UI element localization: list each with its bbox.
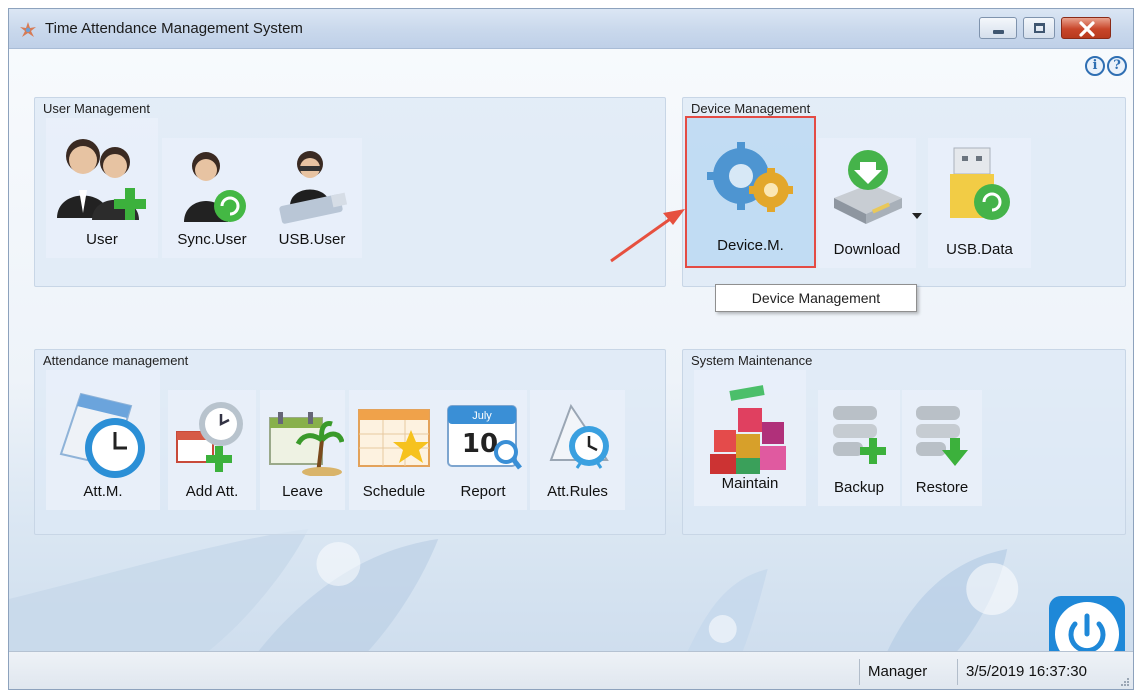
backup-icon: [833, 406, 886, 464]
help-icon[interactable]: ?: [1107, 56, 1127, 76]
status-datetime: 3/5/2019 16:37:30: [957, 659, 1117, 685]
user-button[interactable]: User: [46, 118, 158, 258]
download-label: Download: [833, 241, 901, 258]
add-att-button[interactable]: Add Att.: [168, 390, 256, 510]
usb-user-label: USB.User: [278, 231, 346, 248]
schedule-label: Schedule: [362, 483, 426, 500]
user-management-group: User Management User Sync.User USB.User: [34, 97, 666, 287]
restore-label: Restore: [915, 479, 969, 496]
maintain-button[interactable]: Maintain: [694, 370, 806, 506]
sync-user-label: Sync.User: [177, 231, 247, 248]
group-title: Device Management: [691, 101, 811, 116]
device-management-label: Device.M.: [717, 237, 784, 254]
att-m-label: Att.M.: [83, 483, 123, 500]
device-management-group: Device Management Device.M. Download USB…: [682, 97, 1126, 287]
chevron-down-icon[interactable]: [912, 213, 922, 219]
status-user: Manager: [859, 659, 957, 685]
leave-icon: [268, 412, 344, 476]
usb-user-button[interactable]: USB.User: [262, 138, 362, 258]
report-calendar-icon: July 10: [447, 405, 522, 470]
backup-label: Backup: [833, 479, 885, 496]
client-area: i? User Management User Sync.User USB.Us…: [9, 49, 1133, 672]
att-m-button[interactable]: Att.M.: [46, 370, 160, 510]
device-management-tooltip: Device Management: [715, 284, 917, 312]
sync-user-button[interactable]: Sync.User: [162, 138, 262, 258]
usb-data-icon: [949, 147, 1010, 220]
sync-user-icon: [184, 152, 246, 222]
maximize-icon: [1034, 23, 1045, 33]
close-button[interactable]: [1061, 17, 1111, 39]
help-icons: i?: [1085, 54, 1129, 76]
leave-label: Leave: [282, 483, 323, 500]
leave-button[interactable]: Leave: [260, 390, 345, 510]
attendance-calendar-icon: [59, 392, 145, 478]
att-rules-label: Att.Rules: [547, 483, 608, 500]
title-bar[interactable]: Time Attendance Management System: [9, 9, 1133, 49]
usb-data-button[interactable]: USB.Data: [928, 138, 1031, 268]
restore-button[interactable]: Restore: [902, 390, 982, 506]
report-icon-month: July: [472, 410, 492, 422]
minimize-button[interactable]: [979, 17, 1017, 39]
download-button[interactable]: Download: [818, 138, 922, 268]
schedule-icon: [358, 409, 430, 467]
maintain-label: Maintain: [721, 475, 779, 492]
group-title: System Maintenance: [691, 353, 813, 368]
usb-user-icon: [279, 151, 348, 224]
usb-data-label: USB.Data: [946, 241, 1013, 258]
status-bar: Manager 3/5/2019 16:37:30: [9, 651, 1133, 689]
maintain-cubes-icon: [710, 385, 786, 474]
attendance-rules-icon: [549, 403, 609, 469]
att-rules-button[interactable]: Att.Rules: [530, 390, 625, 510]
app-logo-icon: [20, 22, 36, 37]
backup-button[interactable]: Backup: [818, 390, 900, 506]
group-title: Attendance management: [43, 353, 189, 368]
user-label: User: [86, 231, 118, 248]
maximize-button[interactable]: [1023, 17, 1055, 39]
system-maintenance-group: System Maintenance Maintain Backup Resto…: [682, 349, 1126, 535]
info-icon[interactable]: i: [1085, 56, 1105, 76]
download-icon: [834, 150, 902, 224]
restore-icon: [916, 406, 968, 466]
main-window: Time Attendance Management System i? Use…: [8, 8, 1134, 690]
report-button[interactable]: July 10 Report: [439, 390, 527, 510]
resize-grip-icon[interactable]: [1119, 676, 1131, 688]
group-title: User Management: [43, 101, 150, 116]
close-icon: [1079, 21, 1095, 37]
report-label: Report: [460, 483, 506, 500]
add-attendance-icon: [176, 402, 243, 472]
gears-icon: [706, 142, 793, 212]
report-icon-day: 10: [462, 429, 498, 459]
schedule-button[interactable]: Schedule: [349, 390, 439, 510]
add-att-label: Add Att.: [185, 483, 239, 500]
device-management-button[interactable]: Device.M.: [685, 116, 816, 268]
background-flower-decoration: [9, 529, 1019, 651]
minimize-icon: [993, 30, 1004, 34]
user-icon: [57, 139, 146, 220]
attendance-management-group: Attendance management Att.M. Add Att. Le…: [34, 349, 666, 535]
window-title: Time Attendance Management System: [45, 20, 303, 37]
